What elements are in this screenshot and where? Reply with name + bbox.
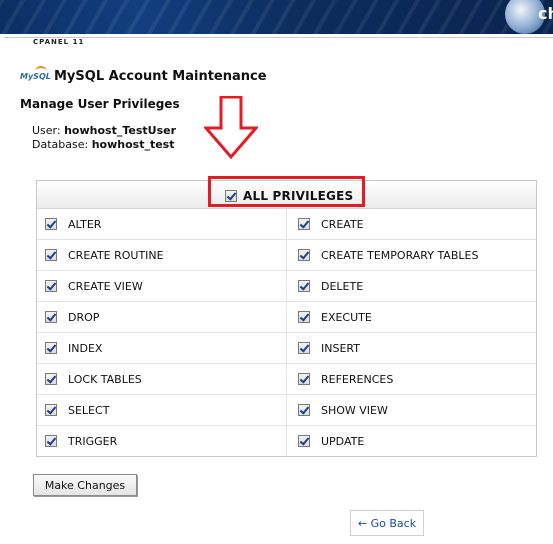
section-title: Manage User Privileges: [20, 97, 180, 111]
page-header: MySQL MySQL Account Maintenance: [20, 66, 267, 86]
privilege-checkbox[interactable]: [45, 404, 57, 416]
privilege-option[interactable]: SELECT: [37, 395, 286, 425]
privilege-row: CREATE ROUTINE CREATE TEMPORARY TABLES: [37, 240, 536, 271]
checkmark-icon: [299, 435, 310, 446]
privilege-checkbox[interactable]: [45, 435, 57, 447]
privilege-row: INDEX INSERT: [37, 333, 536, 364]
privilege-option[interactable]: UPDATE: [286, 426, 536, 456]
privilege-checkbox[interactable]: [45, 373, 57, 385]
privilege-row: TRIGGER UPDATE: [37, 426, 536, 456]
all-privileges-header: ALL PRIVILEGES: [37, 176, 536, 209]
privilege-checkbox[interactable]: [45, 342, 57, 354]
privilege-option[interactable]: REFERENCES: [286, 364, 536, 394]
privilege-checkbox[interactable]: [298, 373, 310, 385]
checkmark-icon: [46, 280, 57, 291]
privilege-row: DROP EXECUTE: [37, 302, 536, 333]
privilege-label: DROP: [68, 310, 100, 324]
privilege-checkbox[interactable]: [298, 280, 310, 292]
privilege-checkbox[interactable]: [298, 342, 310, 354]
privilege-label: INDEX: [68, 341, 103, 355]
privilege-checkbox[interactable]: [45, 218, 57, 230]
privilege-label: CREATE: [321, 217, 364, 231]
privilege-label: EXECUTE: [321, 310, 372, 324]
checkmark-icon: [46, 373, 57, 384]
checkmark-icon: [46, 404, 57, 415]
checkmark-icon: [299, 404, 310, 415]
privileges-table: ALL PRIVILEGES ALTER CREATE CREATE ROUTINE…: [36, 176, 537, 457]
privilege-checkbox[interactable]: [45, 249, 57, 261]
database-line: Database: howhost_test: [32, 138, 176, 152]
account-info: User: howhost_TestUser Database: howhost…: [32, 124, 176, 152]
cpanel-version-label: CPANEL 11: [30, 38, 88, 46]
privilege-label: CREATE TEMPORARY TABLES: [321, 248, 479, 262]
checkmark-icon: [46, 342, 57, 353]
privilege-label: LOCK TABLES: [68, 372, 142, 386]
checkmark-icon: [46, 218, 57, 229]
checkmark-icon: [299, 218, 310, 229]
user-line: User: howhost_TestUser: [32, 124, 176, 138]
banner-pattern: [0, 0, 553, 34]
checkmark-icon: [299, 373, 310, 384]
privilege-row: ALTER CREATE: [37, 209, 536, 240]
privilege-option[interactable]: LOCK TABLES: [37, 364, 286, 394]
privilege-label: DELETE: [321, 279, 364, 293]
privilege-option[interactable]: CREATE: [286, 209, 536, 239]
cpanel-banner: ch: [0, 0, 553, 34]
privilege-option[interactable]: TRIGGER: [37, 426, 286, 456]
privilege-option[interactable]: DELETE: [286, 271, 536, 301]
privilege-option[interactable]: INDEX: [37, 333, 286, 363]
privilege-row: CREATE VIEW DELETE: [37, 271, 536, 302]
privilege-checkbox[interactable]: [45, 311, 57, 323]
privilege-checkbox[interactable]: [298, 435, 310, 447]
page-title: MySQL Account Maintenance: [54, 68, 267, 84]
privilege-label: CREATE VIEW: [68, 279, 143, 293]
privilege-label: CREATE ROUTINE: [68, 248, 164, 262]
privilege-option[interactable]: SHOW VIEW: [286, 395, 536, 425]
checkmark-icon: [299, 280, 310, 291]
mysql-logo-icon: MySQL: [20, 66, 51, 85]
database-value: howhost_test: [91, 138, 175, 151]
checkmark-icon: [299, 311, 310, 322]
privilege-row: LOCK TABLES REFERENCES: [37, 364, 536, 395]
privilege-label: SHOW VIEW: [321, 403, 388, 417]
privilege-option[interactable]: CREATE ROUTINE: [37, 240, 286, 270]
privilege-option[interactable]: CREATE VIEW: [37, 271, 286, 301]
privilege-label: UPDATE: [321, 434, 365, 448]
checkmark-icon: [46, 249, 57, 260]
user-value: howhost_TestUser: [64, 124, 177, 137]
user-label: User:: [32, 124, 61, 137]
banner-logo-text: ch: [538, 4, 553, 23]
checkmark-icon: [299, 342, 310, 353]
privilege-row: SELECT SHOW VIEW: [37, 395, 536, 426]
privilege-checkbox[interactable]: [298, 218, 310, 230]
privilege-label: SELECT: [68, 403, 110, 417]
privilege-checkbox[interactable]: [298, 249, 310, 261]
make-changes-button[interactable]: Make Changes: [33, 474, 137, 496]
down-arrow-annotation-icon: [204, 96, 258, 160]
privilege-checkbox[interactable]: [298, 404, 310, 416]
go-back-link[interactable]: ← Go Back: [350, 510, 424, 536]
privilege-option[interactable]: CREATE TEMPORARY TABLES: [286, 240, 536, 270]
privilege-option[interactable]: ALTER: [37, 209, 286, 239]
privileges-rows: ALTER CREATE CREATE ROUTINE CREATE TEMPORAR…: [37, 209, 536, 456]
privilege-label: ALTER: [68, 217, 102, 231]
privilege-label: TRIGGER: [68, 434, 118, 448]
privilege-label: REFERENCES: [321, 372, 394, 386]
privilege-option[interactable]: INSERT: [286, 333, 536, 363]
checkmark-icon: [299, 249, 310, 260]
checkmark-icon: [46, 311, 57, 322]
mysql-dolphin-icon: [35, 66, 47, 77]
highlight-box: [208, 176, 365, 207]
privilege-option[interactable]: EXECUTE: [286, 302, 536, 332]
privilege-option[interactable]: DROP: [37, 302, 286, 332]
privilege-label: INSERT: [321, 341, 360, 355]
checkmark-icon: [46, 435, 57, 446]
privilege-checkbox[interactable]: [45, 280, 57, 292]
privilege-checkbox[interactable]: [298, 311, 310, 323]
database-label: Database:: [32, 138, 89, 151]
